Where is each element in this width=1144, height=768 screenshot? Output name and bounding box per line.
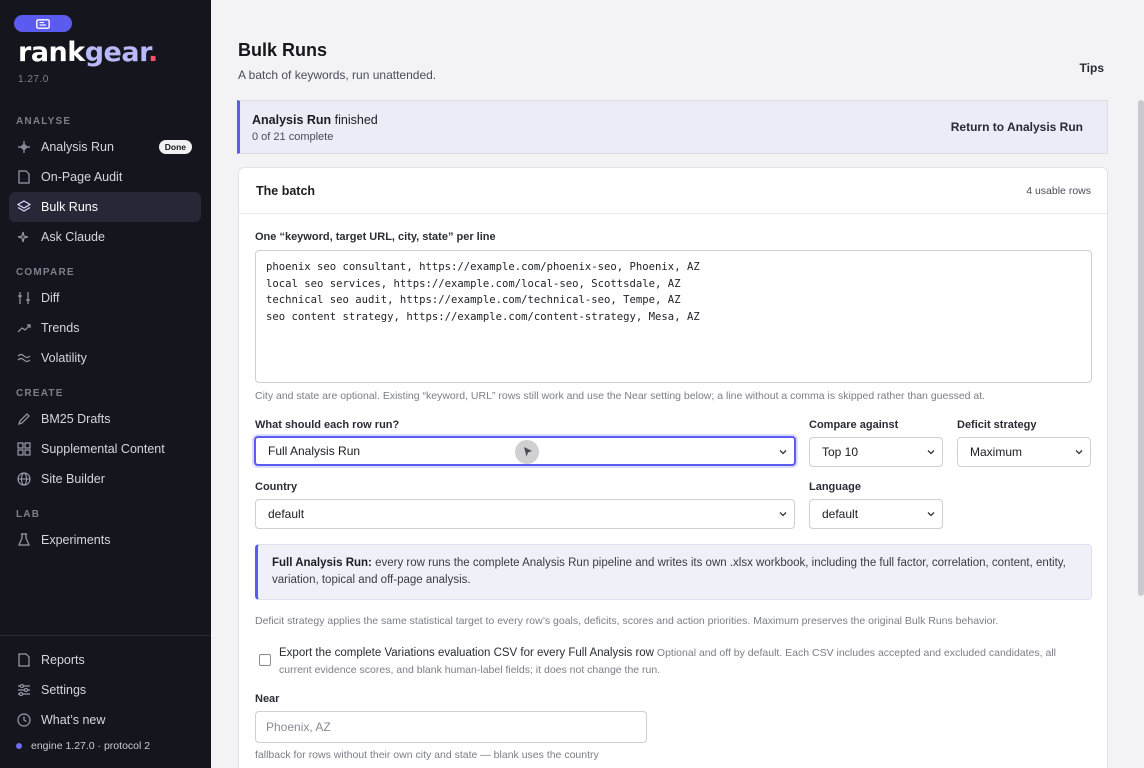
sidebar-item-label: Site Builder	[41, 472, 105, 486]
sparkle-icon	[17, 140, 31, 154]
app-logo[interactable]: rankgear.	[18, 37, 158, 68]
chevron-down-icon	[1075, 450, 1083, 455]
language-select[interactable]: default	[809, 499, 943, 529]
run-type-value: Full Analysis Run	[268, 444, 361, 458]
sidebar-item-label: Reports	[41, 653, 85, 667]
language-label: Language	[809, 481, 861, 493]
status-badge: Done	[158, 140, 192, 154]
sliders-icon	[17, 291, 31, 305]
sidebar-item-bm25-drafts[interactable]: BM25 Drafts	[9, 404, 201, 434]
wave-icon	[17, 351, 31, 365]
section-create: CREATE	[16, 388, 64, 399]
tips-button[interactable]: Tips	[1080, 61, 1104, 75]
deficit-strategy-help: Deficit strategy applies the same statis…	[255, 615, 999, 627]
batch-lines-textarea[interactable]: phoenix seo consultant, https://example.…	[255, 250, 1092, 383]
sidebar-item-label: Bulk Runs	[41, 200, 98, 214]
section-lab: LAB	[16, 509, 41, 520]
globe-icon	[17, 472, 31, 486]
sidebar-item-label: On-Page Audit	[41, 170, 123, 184]
grid-icon	[17, 442, 31, 456]
trend-icon	[17, 321, 31, 335]
country-label: Country	[255, 481, 298, 493]
engine-version: engine 1.27.0 · protocol 2	[31, 740, 151, 752]
sidebar-item-label: Trends	[41, 321, 80, 335]
main-scrollbar[interactable]	[1138, 100, 1144, 596]
run-type-label: What should each row run?	[255, 419, 400, 431]
sidebar-item-on-page-audit[interactable]: On-Page Audit	[9, 162, 201, 192]
banner-title: Analysis Run finished	[252, 113, 378, 127]
export-variations-checkbox[interactable]	[259, 654, 271, 666]
deficit-strategy-label: Deficit strategy	[957, 419, 1037, 431]
country-value: default	[268, 507, 305, 521]
near-input[interactable]	[255, 711, 647, 743]
sidebar-item-volatility[interactable]: Volatility	[9, 343, 201, 373]
compare-against-value: Top 10	[822, 445, 859, 459]
sidebar-item-bulk-runs[interactable]: Bulk Runs	[9, 192, 201, 222]
document-icon	[17, 170, 31, 184]
sidebar-item-label: Settings	[41, 683, 87, 697]
mouse-cursor-icon	[515, 440, 539, 464]
status-dot-icon	[16, 743, 22, 749]
run-type-description: Full Analysis Run: every row runs the co…	[255, 544, 1092, 600]
language-value: default	[822, 507, 859, 521]
batch-input-help: City and state are optional. Existing “k…	[255, 390, 986, 402]
batch-input-label: One “keyword, target URL, city, state” p…	[255, 231, 496, 243]
sidebar-item-label: BM25 Drafts	[41, 412, 111, 426]
sidebar-item-supplemental-content[interactable]: Supplemental Content	[9, 434, 201, 464]
chevron-down-icon	[927, 512, 935, 517]
sidebar-item-diff[interactable]: Diff	[9, 283, 201, 313]
sidebar-item-reports[interactable]: Reports	[9, 645, 201, 675]
sidebar-item-whats-new[interactable]: What’s new	[9, 705, 201, 735]
layers-icon	[17, 200, 31, 214]
sidebar-item-label: What’s new	[41, 713, 106, 727]
flask-icon	[17, 533, 31, 547]
card-title: The batch	[256, 184, 316, 198]
sidebar-item-experiments[interactable]: Experiments	[9, 525, 201, 555]
app-window-icon	[14, 15, 72, 32]
sidebar-item-label: Analysis Run	[41, 140, 114, 154]
sparkles-icon	[17, 230, 31, 244]
deficit-strategy-value: Maximum	[970, 445, 1023, 459]
pencil-icon	[17, 412, 31, 426]
page-subtitle: A batch of keywords, run unattended.	[238, 68, 437, 82]
compare-against-select[interactable]: Top 10	[809, 437, 943, 467]
app-version: 1.27.0	[18, 74, 49, 85]
chevron-down-icon	[779, 450, 787, 455]
return-to-analysis-run-button[interactable]: Return to Analysis Run	[951, 120, 1083, 134]
sidebar-item-label: Diff	[41, 291, 60, 305]
document-icon	[17, 653, 31, 667]
deficit-strategy-select[interactable]: Maximum	[957, 437, 1091, 467]
card-header: The batch 4 usable rows	[239, 168, 1107, 214]
engine-status: engine 1.27.0 · protocol 2	[16, 740, 150, 752]
sidebar-item-trends[interactable]: Trends	[9, 313, 201, 343]
main-content: Bulk Runs A batch of keywords, run unatt…	[211, 0, 1144, 768]
sidebar-item-label: Ask Claude	[41, 230, 105, 244]
run-status-banner: Analysis Run finished 0 of 21 complete R…	[237, 100, 1108, 154]
sidebar-item-settings[interactable]: Settings	[9, 675, 201, 705]
sidebar-item-label: Experiments	[41, 533, 111, 547]
chevron-down-icon	[779, 512, 787, 517]
batch-card: The batch 4 usable rows One “keyword, ta…	[238, 167, 1108, 768]
sidebar: rankgear. 1.27.0 ANALYSE Analysis Run Do…	[0, 0, 211, 768]
near-label: Near	[255, 693, 280, 705]
sidebar-item-label: Volatility	[41, 351, 87, 365]
page-title: Bulk Runs	[238, 40, 328, 60]
sidebar-divider	[0, 635, 211, 636]
chevron-down-icon	[927, 450, 935, 455]
compare-against-label: Compare against	[809, 419, 899, 431]
sidebar-item-label: Supplemental Content	[41, 442, 165, 456]
country-select[interactable]: default	[255, 499, 795, 529]
clock-icon	[17, 713, 31, 727]
sidebar-item-ask-claude[interactable]: Ask Claude	[9, 222, 201, 252]
usable-rows-count: 4 usable rows	[1026, 185, 1091, 197]
sidebar-item-analysis-run[interactable]: Analysis Run Done	[9, 132, 201, 162]
section-compare: COMPARE	[16, 267, 75, 278]
banner-progress: 0 of 21 complete	[252, 131, 334, 143]
sidebar-item-site-builder[interactable]: Site Builder	[9, 464, 201, 494]
settings-icon	[17, 683, 31, 697]
near-help: fallback for rows without their own city…	[255, 749, 599, 761]
export-variations-label: Export the complete Variations evaluatio…	[279, 647, 1056, 676]
section-analyse: ANALYSE	[16, 116, 72, 127]
